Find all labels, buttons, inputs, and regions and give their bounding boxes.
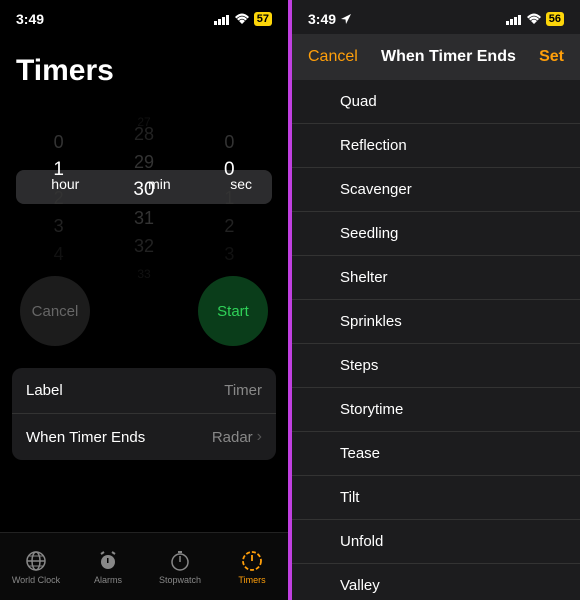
wifi-icon (526, 13, 542, 25)
when-timer-ends-row[interactable]: When Timer Ends Radar › (12, 413, 276, 460)
timers-screen: 3:49 57 Timers 0 1 2 3 4 hour (0, 0, 288, 600)
label-row[interactable]: Label Timer (12, 368, 276, 413)
cellular-icon (214, 14, 230, 25)
modal-title: When Timer Ends (381, 48, 516, 66)
tab-alarms[interactable]: Alarms (72, 533, 144, 600)
picker-seconds[interactable]: 0 0 1 2 3 sec (187, 108, 272, 268)
sound-item[interactable]: Storytime (292, 388, 580, 432)
cancel-button[interactable]: Cancel (308, 48, 358, 66)
sound-item[interactable]: Steps (292, 344, 580, 388)
alarm-icon (96, 549, 120, 573)
cancel-button[interactable]: Cancel (20, 276, 90, 346)
sound-item[interactable]: Reflection (292, 124, 580, 168)
modal-header: Cancel When Timer Ends Set (292, 34, 580, 80)
location-icon (340, 13, 352, 25)
status-bar: 3:49 56 (292, 0, 580, 34)
sound-item[interactable]: Quad (292, 80, 580, 124)
start-button[interactable]: Start (198, 276, 268, 346)
label-value: Timer (224, 382, 262, 399)
tab-world-clock[interactable]: World Clock (0, 533, 72, 600)
sound-item[interactable]: Seedling (292, 212, 580, 256)
chevron-right-icon: › (257, 428, 262, 446)
timer-icon (240, 549, 264, 573)
cellular-icon (506, 14, 522, 25)
picker-minutes[interactable]: 27 28 29 30 31 32 33 min (101, 108, 186, 268)
sound-item[interactable]: Tease (292, 432, 580, 476)
status-time: 3:49 (16, 11, 44, 27)
status-bar: 3:49 57 (0, 0, 288, 34)
page-title: Timers (0, 34, 288, 98)
sound-item[interactable]: Sprinkles (292, 300, 580, 344)
sound-item[interactable]: Tilt (292, 476, 580, 520)
picker-hours[interactable]: 0 1 2 3 4 hour (16, 108, 101, 268)
set-button[interactable]: Set (539, 48, 564, 66)
ends-key: When Timer Ends (26, 429, 145, 446)
globe-icon (24, 549, 48, 573)
tab-timers[interactable]: Timers (216, 533, 288, 600)
ends-value: Radar (212, 429, 253, 446)
sound-item[interactable]: Shelter (292, 256, 580, 300)
status-time: 3:49 (308, 11, 336, 27)
tab-stopwatch[interactable]: Stopwatch (144, 533, 216, 600)
stopwatch-icon (168, 549, 192, 573)
label-key: Label (26, 382, 63, 399)
when-timer-ends-screen: 3:49 56 Cancel When Timer Ends Set Quad … (292, 0, 580, 600)
sound-item[interactable]: Unfold (292, 520, 580, 564)
sound-list[interactable]: Quad Reflection Scavenger Seedling Shelt… (292, 80, 580, 600)
time-picker[interactable]: 0 1 2 3 4 hour 27 28 29 30 31 32 33 min … (16, 108, 272, 268)
wifi-icon (234, 13, 250, 25)
sound-item[interactable]: Valley (292, 564, 580, 600)
timer-settings: Label Timer When Timer Ends Radar › (12, 368, 276, 460)
tab-bar: World Clock Alarms Stopwatch Timers (0, 532, 288, 600)
battery-icon: 56 (546, 12, 564, 26)
battery-icon: 57 (254, 12, 272, 26)
sound-item[interactable]: Scavenger (292, 168, 580, 212)
